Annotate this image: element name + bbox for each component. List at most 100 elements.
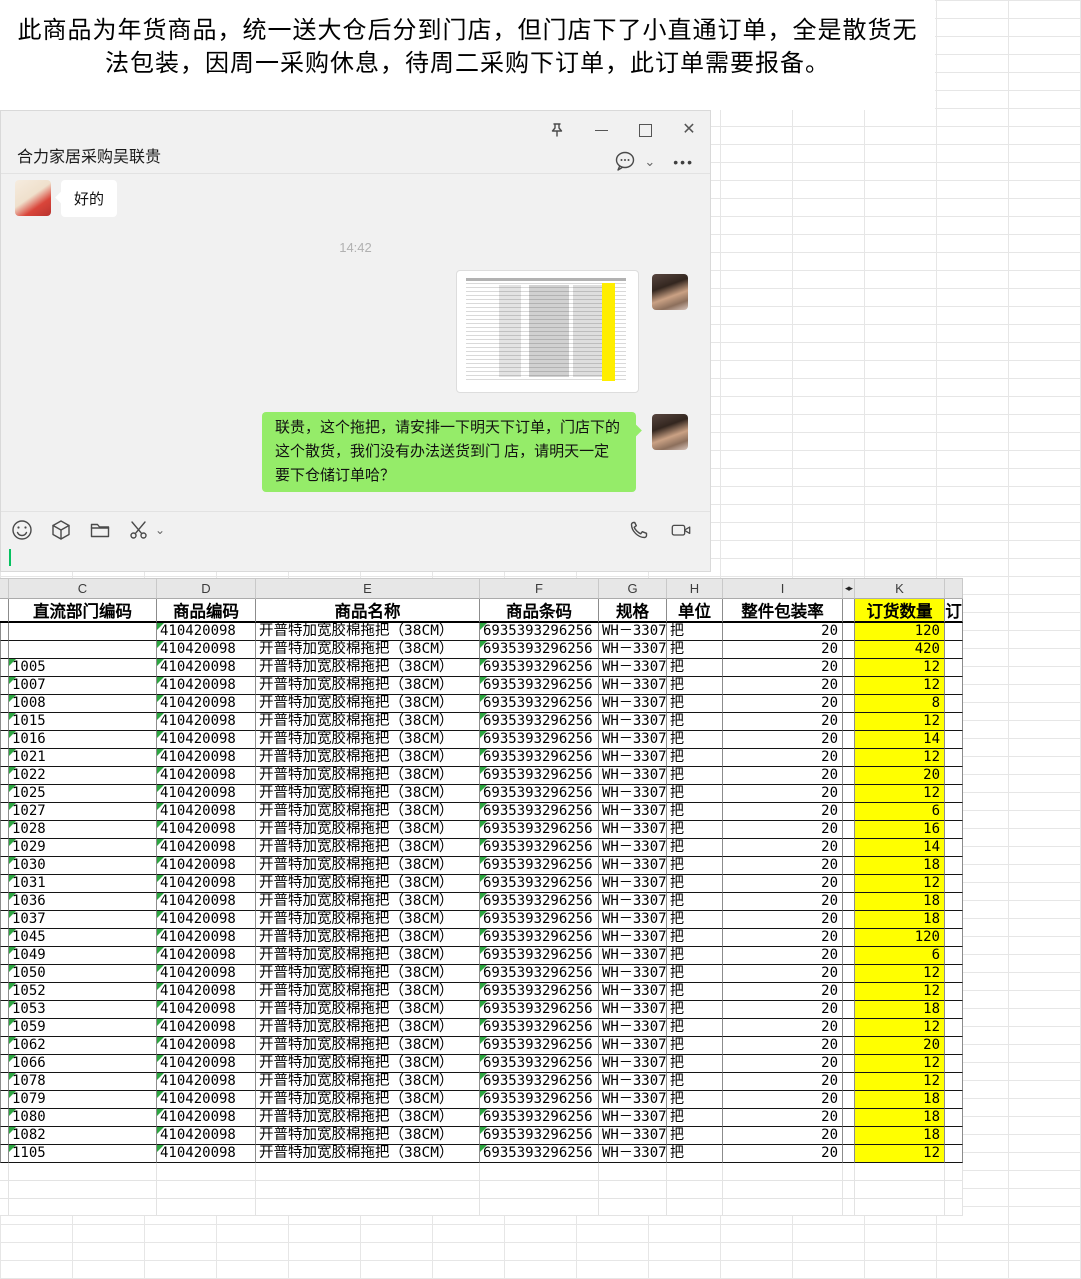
cell-hidden-gap[interactable] <box>843 965 855 983</box>
header-unit[interactable]: 单位 <box>667 599 723 623</box>
cell-code[interactable]: 410420098 <box>157 893 256 911</box>
cell-hidden-gap[interactable] <box>843 983 855 1001</box>
cell-code[interactable]: 410420098 <box>157 821 256 839</box>
cell-pack[interactable]: 20 <box>723 947 843 965</box>
cell-hidden-gap[interactable] <box>843 875 855 893</box>
cell-dept[interactable]: 1080 <box>9 1109 157 1127</box>
empty-cell[interactable] <box>157 1163 256 1181</box>
cell-pack[interactable]: 20 <box>723 713 843 731</box>
cell-barcode[interactable]: 6935393296256 <box>480 875 599 893</box>
cell-pack[interactable]: 20 <box>723 1073 843 1091</box>
cell-code[interactable]: 410420098 <box>157 875 256 893</box>
empty-cell[interactable] <box>667 1181 723 1199</box>
cell-unit[interactable]: 把 <box>667 1019 723 1037</box>
contact-avatar[interactable] <box>15 180 51 216</box>
col-letter[interactable] <box>945 579 963 599</box>
cell-dept[interactable]: 1007 <box>9 677 157 695</box>
cell-barcode[interactable]: 6935393296256 <box>480 1001 599 1019</box>
cell-unit[interactable]: 把 <box>667 893 723 911</box>
cell-barcode[interactable]: 6935393296256 <box>480 893 599 911</box>
cell-sliver[interactable] <box>0 731 9 749</box>
cell-barcode[interactable]: 6935393296256 <box>480 1127 599 1145</box>
cell-code[interactable]: 410420098 <box>157 749 256 767</box>
cell-name[interactable]: 开普特加宽胶棉拖把（38CM） <box>256 677 480 695</box>
cell-name[interactable]: 开普特加宽胶棉拖把（38CM） <box>256 839 480 857</box>
empty-cell[interactable] <box>480 1199 599 1216</box>
cell-sliver[interactable] <box>0 875 9 893</box>
cell-unit[interactable]: 把 <box>667 1145 723 1163</box>
cell-unit[interactable]: 把 <box>667 731 723 749</box>
cell-next[interactable] <box>945 623 963 641</box>
cell-sliver[interactable] <box>0 1127 9 1145</box>
cell-qty[interactable]: 12 <box>855 1145 945 1163</box>
cell-spec[interactable]: WH－3307 <box>599 767 667 785</box>
cell-spec[interactable]: WH－3307 <box>599 785 667 803</box>
cell-name[interactable]: 开普特加宽胶棉拖把（38CM） <box>256 983 480 1001</box>
cell-next[interactable] <box>945 947 963 965</box>
cell-name[interactable]: 开普特加宽胶棉拖把（38CM） <box>256 803 480 821</box>
cell-unit[interactable]: 把 <box>667 1037 723 1055</box>
cell-code[interactable]: 410420098 <box>157 677 256 695</box>
cell-pack[interactable]: 20 <box>723 1055 843 1073</box>
cell-dept[interactable]: 1082 <box>9 1127 157 1145</box>
cell-spec[interactable]: WH－3307 <box>599 911 667 929</box>
cell-sliver[interactable] <box>0 893 9 911</box>
cell-hidden-gap[interactable] <box>843 695 855 713</box>
cell-barcode[interactable]: 6935393296256 <box>480 929 599 947</box>
cell-qty[interactable]: 12 <box>855 1073 945 1091</box>
cell-sliver[interactable] <box>0 821 9 839</box>
cell-name[interactable]: 开普特加宽胶棉拖把（38CM） <box>256 947 480 965</box>
cell-qty[interactable]: 14 <box>855 839 945 857</box>
cell-name[interactable]: 开普特加宽胶棉拖把（38CM） <box>256 875 480 893</box>
cell-sliver[interactable] <box>0 983 9 1001</box>
cell-next[interactable] <box>945 767 963 785</box>
cell-next[interactable] <box>945 1145 963 1163</box>
cell-next[interactable] <box>945 1055 963 1073</box>
cell-hidden-gap[interactable] <box>843 857 855 875</box>
cell-qty[interactable]: 18 <box>855 857 945 875</box>
cell-spec[interactable]: WH－3307 <box>599 659 667 677</box>
empty-cell[interactable] <box>723 1163 843 1181</box>
cell-unit[interactable]: 把 <box>667 677 723 695</box>
cell-qty[interactable]: 12 <box>855 1055 945 1073</box>
cell-sliver[interactable] <box>0 857 9 875</box>
cell-dept[interactable]: 1030 <box>9 857 157 875</box>
cell-next[interactable] <box>945 875 963 893</box>
cell-sliver[interactable] <box>0 1055 9 1073</box>
cell-sliver[interactable] <box>0 965 9 983</box>
cell-dept[interactable]: 1050 <box>9 965 157 983</box>
cell-name[interactable]: 开普特加宽胶棉拖把（38CM） <box>256 749 480 767</box>
cell-hidden-gap[interactable] <box>843 659 855 677</box>
cell-next[interactable] <box>945 677 963 695</box>
cell-qty[interactable]: 18 <box>855 1001 945 1019</box>
cell-spec[interactable]: WH－3307 <box>599 1055 667 1073</box>
cell-hidden-gap[interactable] <box>843 1019 855 1037</box>
cell-pack[interactable]: 20 <box>723 1091 843 1109</box>
cell-code[interactable]: 410420098 <box>157 1055 256 1073</box>
cell-pack[interactable]: 20 <box>723 983 843 1001</box>
cell-barcode[interactable]: 6935393296256 <box>480 623 599 641</box>
cell-pack[interactable]: 20 <box>723 803 843 821</box>
cell-dept[interactable]: 1049 <box>9 947 157 965</box>
cell-sliver[interactable] <box>0 695 9 713</box>
cell-unit[interactable]: 把 <box>667 1109 723 1127</box>
pin-icon[interactable] <box>548 121 566 139</box>
empty-cell[interactable] <box>0 1163 9 1181</box>
cell-code[interactable]: 410420098 <box>157 659 256 677</box>
cell-code[interactable]: 410420098 <box>157 803 256 821</box>
cell-sliver[interactable] <box>0 785 9 803</box>
cell-unit[interactable]: 把 <box>667 749 723 767</box>
cell-unit[interactable]: 把 <box>667 875 723 893</box>
cell-qty[interactable]: 12 <box>855 785 945 803</box>
cell-next[interactable] <box>945 1091 963 1109</box>
outgoing-message-bubble[interactable]: 联贵，这个拖把，请安排一下明天下订单，门店下的这个散货，我们没有办法送货到门 店… <box>262 412 636 492</box>
cell-dept[interactable]: 1029 <box>9 839 157 857</box>
cell-hidden-gap[interactable] <box>843 1073 855 1091</box>
cell-qty[interactable]: 14 <box>855 731 945 749</box>
cell-dept[interactable]: 1021 <box>9 749 157 767</box>
cell-next[interactable] <box>945 749 963 767</box>
cell-code[interactable]: 410420098 <box>157 1109 256 1127</box>
cell-hidden-gap[interactable] <box>843 623 855 641</box>
cell-dept[interactable]: 1016 <box>9 731 157 749</box>
empty-cell[interactable] <box>843 1181 855 1199</box>
